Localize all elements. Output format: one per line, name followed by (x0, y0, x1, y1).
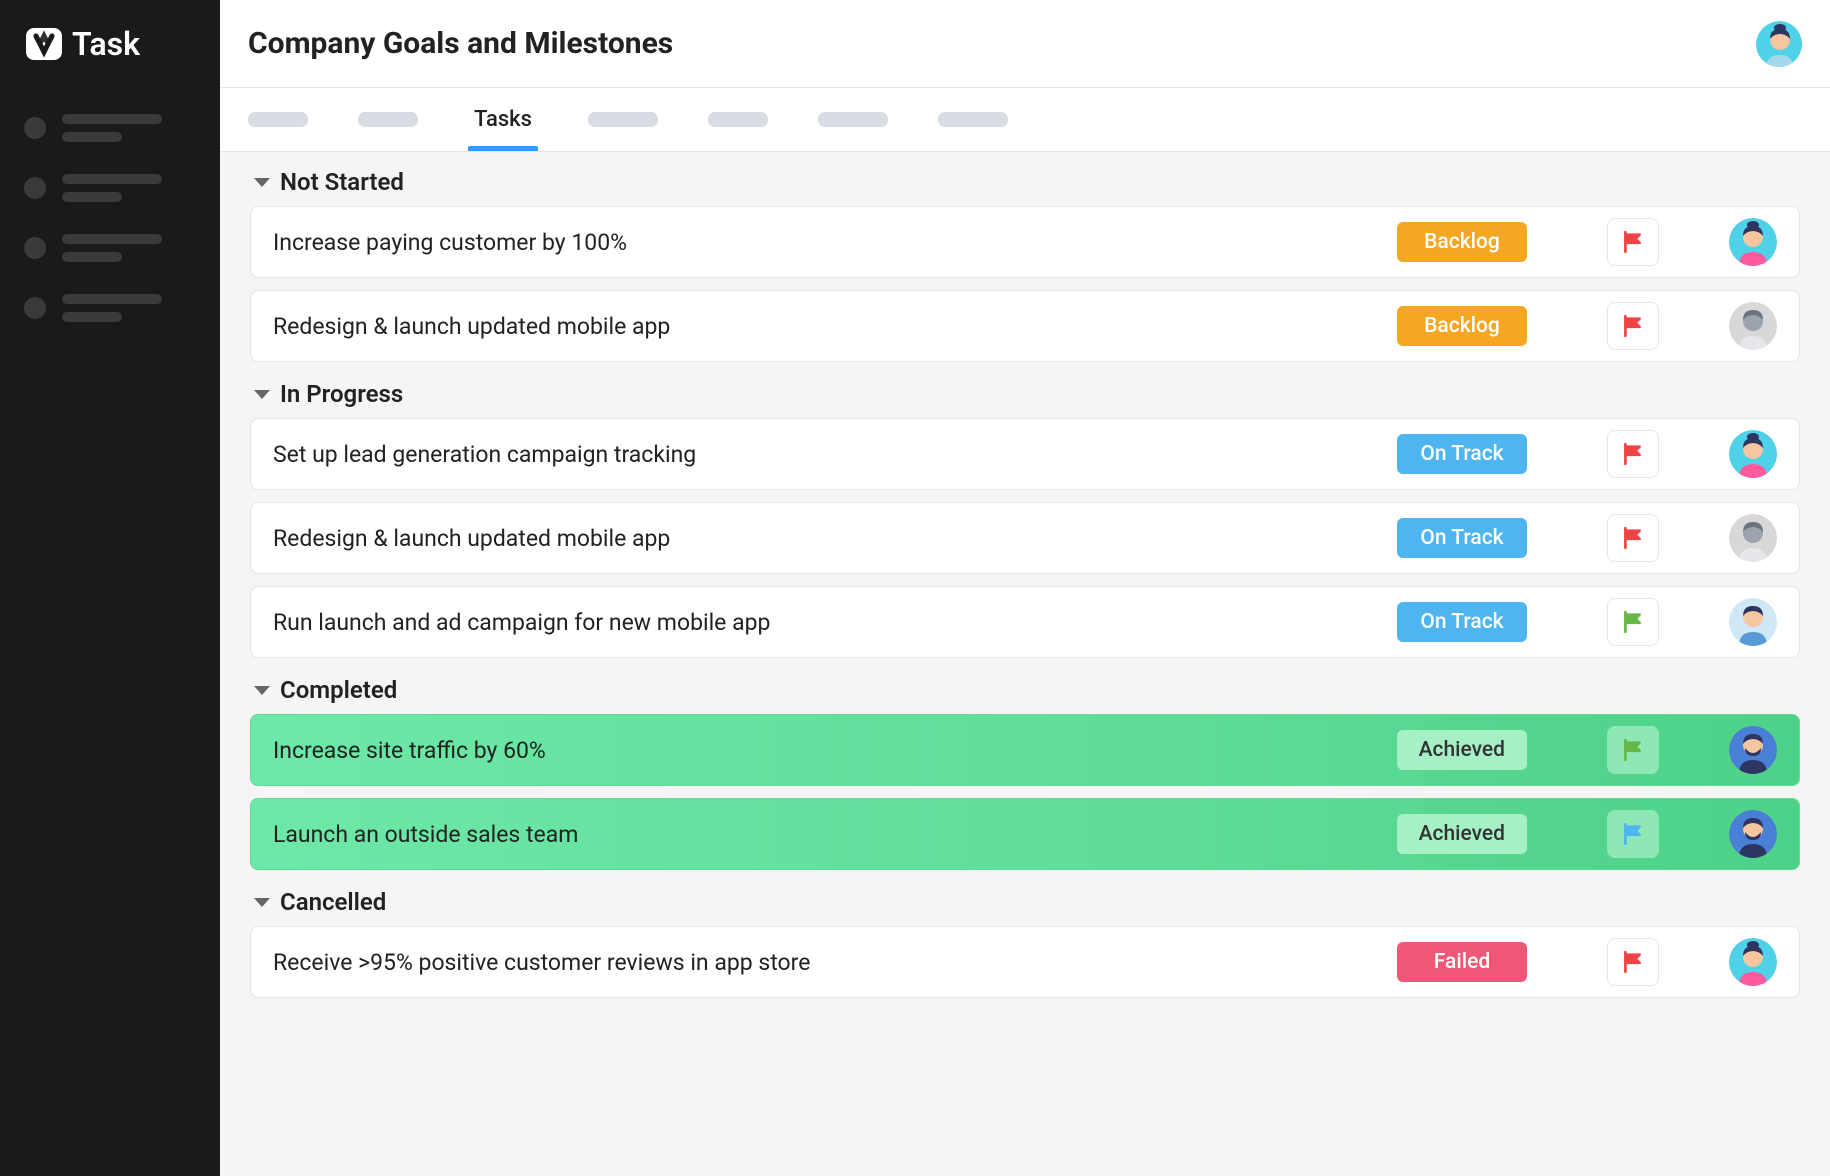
section-header[interactable]: Cancelled (250, 888, 1800, 916)
section-title: Cancelled (280, 888, 386, 916)
flag-icon (1620, 949, 1646, 975)
task-status-badge: Achieved (1397, 814, 1527, 854)
flag-icon (1620, 441, 1646, 467)
section-title: In Progress (280, 380, 403, 408)
chevron-down-icon (254, 390, 270, 399)
task-status-badge: Failed (1397, 942, 1527, 982)
sidebar: Task (0, 0, 220, 1176)
brand-name: Task (72, 25, 140, 63)
task-title: Increase site traffic by 60% (273, 737, 1397, 764)
flag-icon (1620, 313, 1646, 339)
task-status-badge: On Track (1397, 434, 1527, 474)
tab-placeholder[interactable] (818, 112, 888, 127)
task-title: Redesign & launch updated mobile app (273, 525, 1397, 552)
assignee-avatar[interactable] (1729, 430, 1777, 478)
task-title: Launch an outside sales team (273, 821, 1397, 848)
section: Not Started Increase paying customer by … (250, 168, 1800, 362)
task-row[interactable]: Increase paying customer by 100% Backlog (250, 206, 1800, 278)
flag-button[interactable] (1607, 726, 1659, 774)
flag-button[interactable] (1607, 430, 1659, 478)
task-title: Receive >95% positive customer reviews i… (273, 949, 1397, 976)
chevron-down-icon (254, 686, 270, 695)
assignee-avatar[interactable] (1729, 938, 1777, 986)
flag-button[interactable] (1607, 938, 1659, 986)
flag-button[interactable] (1607, 810, 1659, 858)
sidebar-nav (0, 88, 220, 348)
tabs: Tasks (220, 88, 1830, 152)
sidebar-item[interactable] (24, 114, 196, 142)
assignee-avatar[interactable] (1729, 218, 1777, 266)
flag-icon (1620, 609, 1646, 635)
brand-logo[interactable]: Task (24, 24, 140, 64)
task-status-badge: On Track (1397, 518, 1527, 558)
flag-icon (1620, 821, 1646, 847)
section-title: Not Started (280, 168, 404, 196)
tab-placeholder[interactable] (708, 112, 768, 127)
flag-button[interactable] (1607, 514, 1659, 562)
section-title: Completed (280, 676, 397, 704)
tab-placeholder[interactable] (938, 112, 1008, 127)
task-row[interactable]: Launch an outside sales team Achieved (250, 798, 1800, 870)
flag-icon (1620, 525, 1646, 551)
task-title: Redesign & launch updated mobile app (273, 313, 1397, 340)
logo-icon (24, 24, 64, 64)
section: In Progress Set up lead generation campa… (250, 380, 1800, 658)
task-row[interactable]: Run launch and ad campaign for new mobil… (250, 586, 1800, 658)
assignee-avatar[interactable] (1729, 302, 1777, 350)
section-header[interactable]: Completed (250, 676, 1800, 704)
header: Company Goals and Milestones (220, 0, 1830, 88)
tab-placeholder[interactable] (248, 112, 308, 127)
task-status-badge: Backlog (1397, 306, 1527, 346)
task-row[interactable]: Redesign & launch updated mobile app Bac… (250, 290, 1800, 362)
section: Completed Increase site traffic by 60% A… (250, 676, 1800, 870)
task-title: Increase paying customer by 100% (273, 229, 1397, 256)
task-row[interactable]: Increase site traffic by 60% Achieved (250, 714, 1800, 786)
sidebar-header: Task (0, 0, 220, 88)
tab-placeholder[interactable] (358, 112, 418, 127)
flag-button[interactable] (1607, 218, 1659, 266)
task-status-badge: On Track (1397, 602, 1527, 642)
main: Company Goals and Milestones Tasks Not S… (220, 0, 1830, 1176)
assignee-avatar[interactable] (1729, 598, 1777, 646)
flag-icon (1620, 737, 1646, 763)
chevron-down-icon (254, 898, 270, 907)
task-title: Run launch and ad campaign for new mobil… (273, 609, 1397, 636)
section: Cancelled Receive >95% positive customer… (250, 888, 1800, 998)
tab-tasks[interactable]: Tasks (468, 88, 538, 151)
sidebar-item[interactable] (24, 294, 196, 322)
section-header[interactable]: In Progress (250, 380, 1800, 408)
chevron-down-icon (254, 178, 270, 187)
assignee-avatar[interactable] (1729, 810, 1777, 858)
flag-icon (1620, 229, 1646, 255)
section-header[interactable]: Not Started (250, 168, 1800, 196)
assignee-avatar[interactable] (1729, 726, 1777, 774)
task-row[interactable]: Receive >95% positive customer reviews i… (250, 926, 1800, 998)
task-title: Set up lead generation campaign tracking (273, 441, 1397, 468)
task-status-badge: Backlog (1397, 222, 1527, 262)
flag-button[interactable] (1607, 598, 1659, 646)
flag-button[interactable] (1607, 302, 1659, 350)
page-title: Company Goals and Milestones (248, 26, 673, 61)
tab-placeholder[interactable] (588, 112, 658, 127)
task-row[interactable]: Redesign & launch updated mobile app On … (250, 502, 1800, 574)
sidebar-item[interactable] (24, 174, 196, 202)
task-status-badge: Achieved (1397, 730, 1527, 770)
content: Not Started Increase paying customer by … (220, 152, 1830, 1176)
task-row[interactable]: Set up lead generation campaign tracking… (250, 418, 1800, 490)
sidebar-item[interactable] (24, 234, 196, 262)
assignee-avatar[interactable] (1729, 514, 1777, 562)
user-avatar[interactable] (1756, 21, 1802, 67)
